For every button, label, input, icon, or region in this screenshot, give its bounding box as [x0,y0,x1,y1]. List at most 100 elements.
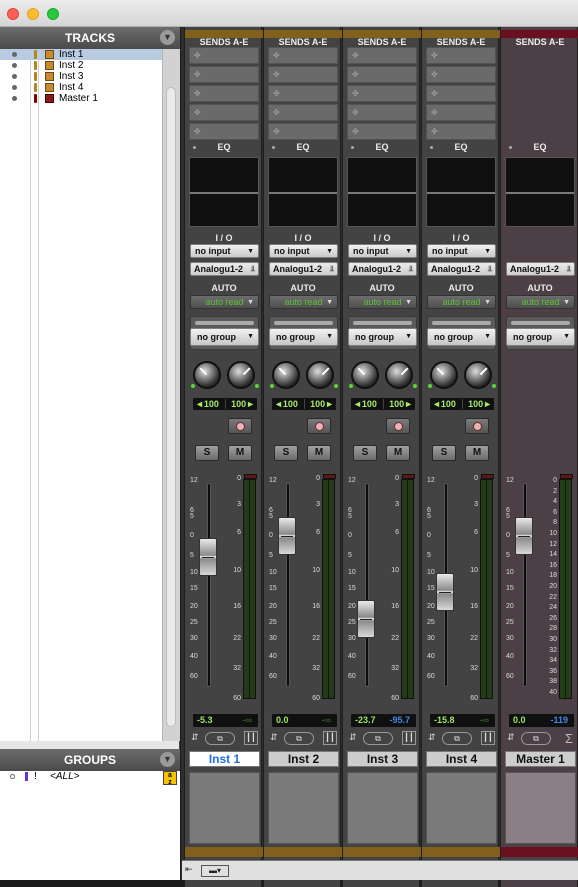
volume-fader-cap[interactable] [515,517,533,555]
mute-button[interactable]: M [228,445,252,461]
automation-mode-selector[interactable]: auto read ▼ [348,295,417,309]
send-slot[interactable]: ✤ [505,104,575,121]
link-toggle-icon[interactable]: ⧉ [284,732,314,745]
pan-knob-left[interactable] [270,361,300,389]
track-list-name[interactable]: Inst 3 [59,71,83,82]
mute-button[interactable]: M [307,445,331,461]
close-window-button[interactable] [7,8,19,20]
tracks-menu-button[interactable]: ▼ [160,30,175,45]
track-list-item[interactable]: Inst 2 [0,60,162,71]
record-enable-button[interactable] [465,418,489,434]
volume-fader-cap[interactable] [278,517,296,555]
send-slot[interactable]: ✤ [505,85,575,102]
link-toggle-icon[interactable]: ⧉ [363,732,393,745]
send-slot[interactable]: ✤ [347,47,417,64]
track-name-button[interactable]: Inst 4 [426,751,497,767]
send-slot[interactable]: ✤ [268,66,338,83]
track-height-icon[interactable]: ┃┃ [481,731,495,745]
eq-graph[interactable] [426,157,496,227]
group-selector[interactable]: no group ▼ [506,328,575,346]
send-slot[interactable]: ✤ [268,47,338,64]
automation-mode-selector[interactable]: auto read ▼ [190,295,259,309]
track-list-item[interactable]: Inst 1 [0,49,162,60]
track-show-hide-dot[interactable] [12,63,17,68]
minimize-window-button[interactable] [27,8,39,20]
track-height-icon[interactable]: ┃┃ [244,731,258,745]
track-name-button[interactable]: Inst 1 [189,751,260,767]
track-comments-field[interactable] [347,772,418,844]
input-selector[interactable]: no input ▼ [190,244,259,258]
track-height-icon[interactable]: ┃┃ [323,731,337,745]
volume-display[interactable]: -23.7 -95.7 [350,713,417,728]
eq-bypass-dot[interactable] [193,146,196,149]
output-selector[interactable]: Analogu1-2 ⫫ [348,262,417,276]
send-slot[interactable]: ✤ [426,47,496,64]
mute-button[interactable]: M [465,445,489,461]
input-selector[interactable]: no input ▼ [269,244,338,258]
eq-bypass-dot[interactable] [509,146,512,149]
send-slot[interactable]: ✤ [505,123,575,140]
send-slot[interactable]: ✤ [426,85,496,102]
send-slot[interactable]: ✤ [268,123,338,140]
send-slot[interactable]: ✤ [189,104,259,121]
group-selector[interactable]: no group ▼ [427,328,496,346]
track-list-item[interactable]: Master 1 [0,93,162,104]
eq-graph[interactable] [189,157,259,227]
pan-knob-right[interactable] [464,361,496,389]
track-comments-field[interactable] [189,772,260,844]
az-sort-icon[interactable]: az [163,771,177,786]
send-slot[interactable]: ✤ [347,104,417,121]
input-selector[interactable]: no input ▼ [427,244,496,258]
track-list-name[interactable]: Master 1 [59,93,98,104]
clip-indicator[interactable] [560,474,573,479]
pan-knob-right[interactable] [385,361,417,389]
clip-indicator[interactable] [402,474,415,479]
automation-mode-selector[interactable]: auto read ▼ [269,295,338,309]
send-slot[interactable]: ✤ [426,104,496,121]
automation-mode-selector[interactable]: auto read ▼ [427,295,496,309]
clip-indicator[interactable] [323,474,336,479]
send-slot[interactable]: ✤ [189,66,259,83]
input-selector[interactable]: no input ▼ [348,244,417,258]
pan-knob-right[interactable] [227,361,259,389]
track-name-button[interactable]: Inst 3 [347,751,418,767]
up-down-arrows-icon[interactable]: ⇵ [428,732,436,743]
track-list-name[interactable]: Inst 4 [59,82,83,93]
track-list-name[interactable]: Inst 1 [59,49,83,60]
track-height-icon[interactable]: ┃┃ [402,731,416,745]
mute-button[interactable]: M [386,445,410,461]
eq-graph[interactable] [505,157,575,227]
volume-display[interactable]: -15.8 -∞ [429,713,496,728]
send-slot[interactable]: ✤ [268,104,338,121]
eq-bypass-dot[interactable] [351,146,354,149]
volume-fader-cap[interactable] [436,572,454,611]
eq-graph[interactable] [268,157,338,227]
record-enable-button[interactable] [386,418,410,434]
eq-bypass-dot[interactable] [272,146,275,149]
track-show-hide-dot[interactable] [12,52,17,57]
send-slot[interactable]: ✤ [268,85,338,102]
output-selector[interactable]: Analogu1-2 ⫫ [269,262,338,276]
track-show-hide-dot[interactable] [12,96,17,101]
solo-button[interactable]: S [353,445,377,461]
volume-display[interactable]: 0.0 -119 [508,713,575,728]
volume-fader-cap[interactable] [199,538,217,577]
track-name-button[interactable]: Master 1 [505,751,576,767]
solo-button[interactable]: S [432,445,456,461]
pan-knob-left[interactable] [191,361,221,389]
clip-indicator[interactable] [481,474,494,479]
track-show-hide-dot[interactable] [12,74,17,79]
solo-button[interactable]: S [195,445,219,461]
pan-display[interactable]: ◄100 100► [429,397,495,411]
group-name[interactable]: <ALL> [50,771,79,783]
pan-display[interactable]: ◄100 100► [192,397,258,411]
group-list-item[interactable]: ! <ALL> [0,771,180,783]
record-enable-button[interactable] [307,418,331,434]
pan-knob-right[interactable] [306,361,338,389]
send-slot[interactable]: ✤ [347,123,417,140]
tracks-scrollbar[interactable] [162,49,180,741]
pan-knob-left[interactable] [349,361,379,389]
send-slot[interactable]: ✤ [189,47,259,64]
output-selector[interactable]: Analogu1-2 ⫫ [190,262,259,276]
volume-display[interactable]: -5.3 -∞ [192,713,259,728]
